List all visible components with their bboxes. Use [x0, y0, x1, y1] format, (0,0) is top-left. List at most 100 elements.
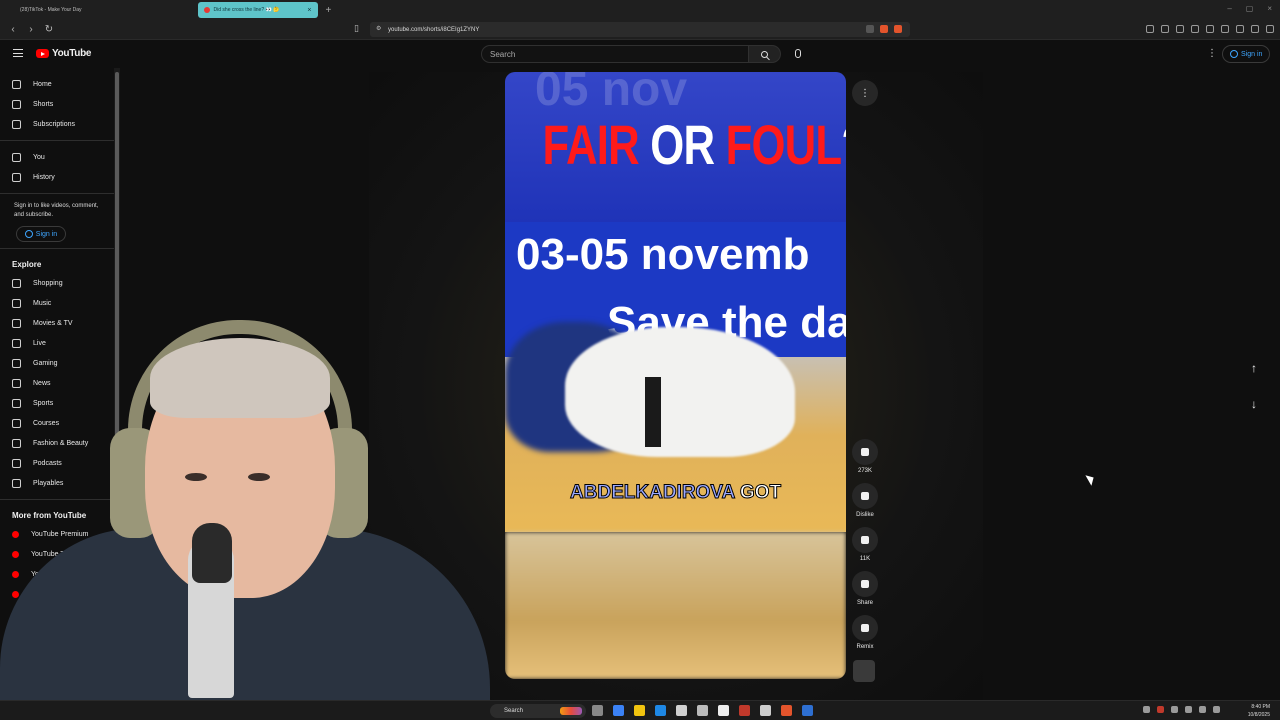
judoka-white-gi: [565, 327, 795, 457]
tray-chevron-icon[interactable]: [1143, 706, 1150, 713]
tab-search-icon[interactable]: [1221, 25, 1229, 33]
sidebar-item-you[interactable]: You: [0, 147, 116, 167]
media-icon[interactable]: [1191, 25, 1199, 33]
sidebar-item-subscriptions[interactable]: Subscriptions: [0, 114, 116, 134]
site-info-icon[interactable]: ⚙: [376, 25, 381, 32]
vpn-icon[interactable]: [1236, 25, 1244, 33]
taskbar-clock[interactable]: 8:40 PM 10/8/2025: [1248, 703, 1270, 719]
browser-toolbar: ‹ › ↻ ▯ ⚙ youtube.com/shorts/i8CEIg1ZYNY: [0, 20, 1280, 40]
sidebar-item-label: Music: [33, 299, 52, 307]
leo-icon[interactable]: [1251, 25, 1259, 33]
video-headline: FAIR OR FOUL?: [543, 112, 846, 177]
maximize-icon[interactable]: ▢: [1246, 4, 1254, 13]
tray-app-icon[interactable]: [1157, 706, 1164, 713]
you-icon: [12, 152, 21, 162]
microphone-tray-icon[interactable]: [1171, 706, 1178, 713]
divider: [0, 140, 116, 141]
browser-tab-strip: (28)TikTok - Make Your Day Did she cross…: [0, 0, 1280, 20]
more-options-icon[interactable]: ⋮: [852, 80, 878, 106]
previous-short-arrow-icon[interactable]: ↑: [1244, 358, 1264, 378]
close-tab-icon[interactable]: ×: [307, 7, 311, 14]
sidebar-item-shorts[interactable]: Shorts: [0, 94, 116, 114]
tab-youtube-short[interactable]: Did she cross the line? 👀 🤔 ×: [197, 2, 318, 18]
new-tab-icon[interactable]: +: [326, 5, 332, 16]
bookmark-icon[interactable]: ▯: [354, 23, 359, 34]
wallet-icon[interactable]: [1176, 25, 1184, 33]
shorts-video-player[interactable]: 05 nov FAIR OR FOUL? 03-05 novemb Save t…: [505, 72, 846, 679]
next-short-arrow-icon[interactable]: ↓: [1244, 394, 1264, 414]
like-button[interactable]: 273K: [851, 439, 879, 474]
install-icon[interactable]: [866, 25, 874, 33]
app-icon[interactable]: [697, 705, 708, 716]
divider: [0, 193, 116, 194]
music-icon: [12, 298, 21, 308]
obs-icon[interactable]: [739, 705, 750, 716]
file-explorer-icon[interactable]: [634, 705, 645, 716]
share-button[interactable]: Share: [851, 571, 879, 606]
tab-tiktok[interactable]: (28)TikTok - Make Your Day: [14, 2, 88, 18]
steam-icon[interactable]: [802, 705, 813, 716]
notepad-icon[interactable]: [718, 705, 729, 716]
brave-shields-icon[interactable]: [880, 25, 888, 33]
search-button[interactable]: [749, 45, 781, 63]
streamer-left-eye: [185, 473, 207, 481]
minimize-icon[interactable]: –: [1227, 4, 1231, 13]
back-icon[interactable]: ‹: [8, 24, 18, 35]
account-icon: [1230, 50, 1238, 58]
tab-label: (28)TikTok - Make Your Day: [20, 7, 82, 13]
youtube-wordmark: YouTube: [52, 48, 92, 59]
sound-thumbnail[interactable]: [853, 660, 875, 682]
sidebar-item-shopping[interactable]: Shopping: [0, 273, 116, 293]
voice-search-icon[interactable]: [795, 49, 801, 58]
microphone-head: [192, 523, 232, 583]
close-window-icon[interactable]: ×: [1267, 4, 1272, 13]
event-date-text: 03-05 novemb: [516, 230, 810, 279]
youtube-favicon-icon: [203, 7, 210, 13]
streamer-right-eye: [248, 473, 270, 481]
remix-label: Remix: [856, 644, 874, 650]
settings-icon[interactable]: [760, 705, 771, 716]
store-icon[interactable]: [676, 705, 687, 716]
dislike-button[interactable]: Dislike: [851, 483, 879, 518]
settings-kebab-icon[interactable]: ⋮: [1207, 48, 1217, 59]
remix-button[interactable]: Remix: [851, 615, 879, 650]
taskbar-search[interactable]: Search: [490, 704, 586, 718]
caption-text: GOT: [734, 482, 782, 504]
chrome-icon[interactable]: [613, 705, 624, 716]
forward-icon[interactable]: ›: [26, 24, 36, 35]
remix-circle: [852, 615, 878, 641]
share-label: Share: [856, 600, 873, 606]
share-circle: [852, 571, 878, 597]
search-highlight-icon: [560, 707, 582, 715]
taskbar-search-label: Search: [504, 708, 524, 714]
sidebar-item-home[interactable]: Home: [0, 74, 116, 94]
sidebar-item-history[interactable]: History: [0, 167, 116, 187]
reload-icon[interactable]: ↻: [44, 24, 54, 35]
menu-icon[interactable]: [1266, 25, 1274, 33]
volume-icon[interactable]: [1199, 706, 1206, 713]
sidebar-sign-in-button[interactable]: Sign in: [16, 226, 66, 242]
extensions-icon[interactable]: [1146, 25, 1154, 33]
brave-icon[interactable]: [781, 705, 792, 716]
clock-time: 8:40 PM: [1251, 704, 1270, 710]
system-tray: [1143, 706, 1220, 713]
clock-date: 10/8/2025: [1247, 712, 1270, 718]
youtube-logo[interactable]: YouTube: [36, 48, 92, 59]
sidebar-item-music[interactable]: Music: [0, 293, 116, 313]
task-view-icon[interactable]: [592, 705, 603, 716]
address-bar[interactable]: ⚙ youtube.com/shorts/i8CEIg1ZYNY: [370, 22, 910, 37]
hamburger-menu-icon[interactable]: [13, 49, 23, 57]
split-view-icon[interactable]: [1206, 25, 1214, 33]
edge-icon[interactable]: [655, 705, 666, 716]
like-count: 273K: [857, 468, 872, 474]
sign-in-button[interactable]: Sign in: [1222, 45, 1271, 63]
sidebar-icon[interactable]: [1161, 25, 1169, 33]
search-input[interactable]: Search: [481, 45, 749, 63]
brave-rewards-icon[interactable]: [894, 25, 902, 33]
network-icon[interactable]: [1185, 706, 1192, 713]
background-graphic: 05 nov: [535, 72, 688, 116]
comments-button[interactable]: 11K: [851, 527, 879, 562]
video-caption: ABDELKADIROVA GOT: [505, 482, 846, 504]
battery-icon[interactable]: [1213, 706, 1220, 713]
headline-or: OR: [638, 113, 726, 176]
